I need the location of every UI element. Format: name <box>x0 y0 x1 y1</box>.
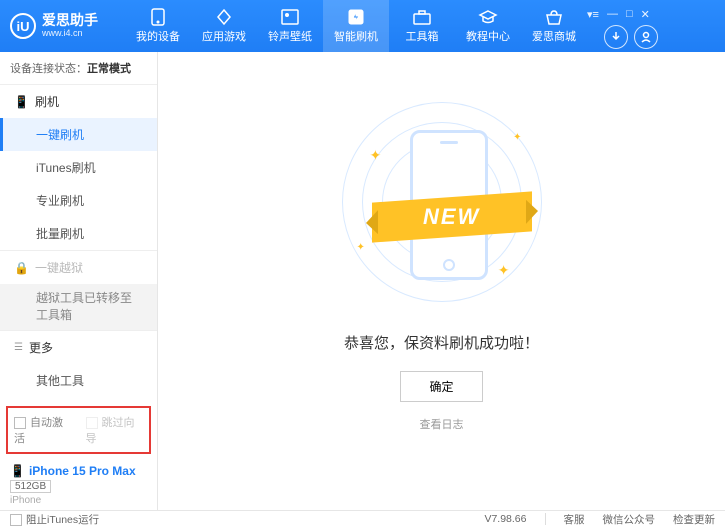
success-illustration: ✦✦✦✦ NEW <box>352 102 532 302</box>
app-url: www.i4.cn <box>42 29 98 39</box>
nav-label: 我的设备 <box>136 28 180 44</box>
nav-label: 爱思商城 <box>532 28 576 44</box>
sidebar-item-other-tools[interactable]: 其他工具 <box>0 364 157 397</box>
footer-check-update[interactable]: 检查更新 <box>673 512 715 527</box>
connection-status: 设备连接状态：正常模式 <box>0 52 157 85</box>
list-icon: ☰ <box>14 342 23 353</box>
sidebar-item-pro-flash[interactable]: 专业刷机 <box>0 184 157 217</box>
version-label: V7.98.66 <box>484 513 526 525</box>
sidebar: 设备连接状态：正常模式 📱 刷机 一键刷机 iTunes刷机 专业刷机 批量刷机… <box>0 52 158 510</box>
menu-icon[interactable]: ▾≡ <box>587 8 599 21</box>
ribbon-text: NEW <box>423 204 480 230</box>
store-icon <box>544 8 564 26</box>
nav-label: 教程中心 <box>466 28 510 44</box>
graduation-icon <box>478 8 498 26</box>
top-nav: 我的设备 应用游戏 铃声壁纸 智能刷机 工具箱 教程中心 爱思商城 <box>125 0 587 52</box>
view-log-link[interactable]: 查看日志 <box>420 416 464 432</box>
nav-label: 工具箱 <box>406 28 439 44</box>
device-type: iPhone <box>10 495 147 506</box>
phone-icon: 📱 <box>14 95 29 109</box>
app-name: 爱思助手 <box>42 13 98 28</box>
nav-tutorials[interactable]: 教程中心 <box>455 0 521 52</box>
sidebar-section-jailbreak: 🔒 一键越狱 <box>0 251 157 284</box>
maximize-button[interactable]: □ <box>626 8 633 21</box>
device-name[interactable]: 📱 iPhone 15 Pro Max <box>10 464 147 478</box>
skip-guide-checkbox[interactable]: 跳过向导 <box>86 414 144 446</box>
options-highlight: 自动激活 跳过向导 <box>6 406 151 454</box>
sidebar-item-itunes-flash[interactable]: iTunes刷机 <box>0 151 157 184</box>
main-content: ✦✦✦✦ NEW 恭喜您，保资料刷机成功啦！ 确定 查看日志 <box>158 52 725 510</box>
sidebar-section-flash[interactable]: 📱 刷机 <box>0 85 157 118</box>
logo-icon: iU <box>10 13 36 39</box>
sidebar-item-download-firmware[interactable]: 下载固件 <box>0 397 157 402</box>
auto-activate-checkbox[interactable]: 自动激活 <box>14 414 72 446</box>
success-message: 恭喜您，保资料刷机成功啦！ <box>344 332 539 353</box>
app-logo: iU 爱思助手 www.i4.cn <box>10 13 125 39</box>
lock-icon: 🔒 <box>14 261 29 275</box>
confirm-button[interactable]: 确定 <box>400 371 482 402</box>
sidebar-jailbreak-note: 越狱工具已转移至工具箱 <box>0 284 157 330</box>
nav-ringtones[interactable]: 铃声壁纸 <box>257 0 323 52</box>
titlebar: iU 爱思助手 www.i4.cn 我的设备 应用游戏 铃声壁纸 智能刷机 工具… <box>0 0 725 52</box>
user-button[interactable] <box>634 25 658 49</box>
sidebar-item-oneclick-flash[interactable]: 一键刷机 <box>0 118 157 151</box>
device-info: 📱 iPhone 15 Pro Max 512GB iPhone <box>0 458 157 510</box>
nav-label: 智能刷机 <box>334 28 378 44</box>
apps-icon <box>214 8 234 26</box>
block-itunes-checkbox[interactable]: 阻止iTunes运行 <box>10 512 99 527</box>
phone-icon: 📱 <box>10 464 25 478</box>
flash-icon <box>346 8 366 26</box>
nav-flash[interactable]: 智能刷机 <box>323 0 389 52</box>
footer-wechat[interactable]: 微信公众号 <box>603 512 656 527</box>
nav-toolbox[interactable]: 工具箱 <box>389 0 455 52</box>
image-icon <box>280 8 300 26</box>
toolbox-icon <box>412 8 432 26</box>
nav-my-device[interactable]: 我的设备 <box>125 0 191 52</box>
minimize-button[interactable]: ― <box>607 8 618 21</box>
nav-label: 铃声壁纸 <box>268 28 312 44</box>
download-button[interactable] <box>604 25 628 49</box>
footer-support[interactable]: 客服 <box>564 512 585 527</box>
nav-store[interactable]: 爱思商城 <box>521 0 587 52</box>
close-button[interactable]: ✕ <box>641 8 650 21</box>
device-icon <box>148 8 168 26</box>
sidebar-item-batch-flash[interactable]: 批量刷机 <box>0 217 157 250</box>
footer: 阻止iTunes运行 V7.98.66 客服 微信公众号 检查更新 <box>0 510 725 527</box>
storage-badge: 512GB <box>10 480 51 493</box>
window-controls: ▾≡ ― □ ✕ <box>587 8 650 21</box>
nav-label: 应用游戏 <box>202 28 246 44</box>
sidebar-section-more[interactable]: ☰ 更多 <box>0 331 157 364</box>
nav-apps[interactable]: 应用游戏 <box>191 0 257 52</box>
